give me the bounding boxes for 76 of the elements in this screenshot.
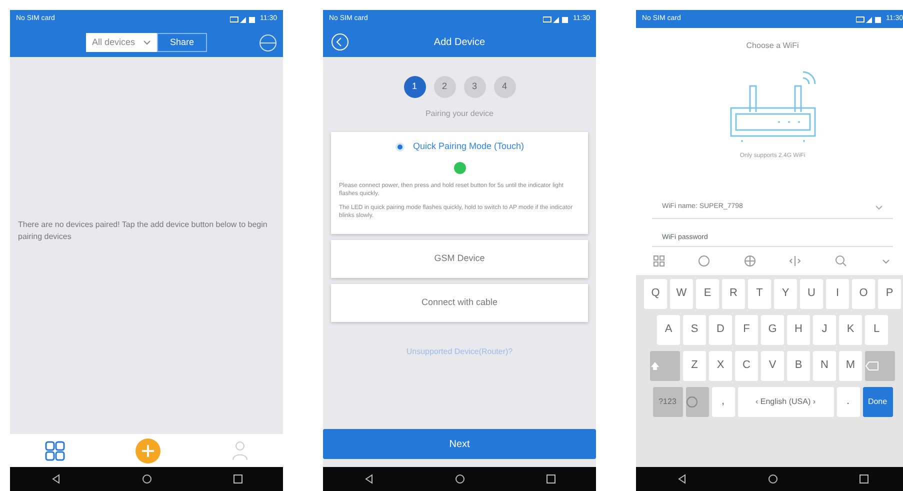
keyboard-key[interactable]: J [813, 314, 836, 344]
status-dot-icon [454, 162, 466, 174]
cursor-icon[interactable] [789, 254, 802, 266]
keyboard-key[interactable]: E [696, 278, 719, 308]
symbols-key[interactable]: ?123 [652, 386, 682, 416]
keyboard-key[interactable]: , [712, 386, 734, 416]
keyboard-key[interactable]: V [761, 350, 784, 380]
grid-icon[interactable] [45, 440, 66, 460]
keyboard-key[interactable]: A [657, 314, 680, 344]
back-icon[interactable] [50, 474, 60, 484]
mode-card[interactable]: Connect with cable [331, 284, 588, 322]
empty-message: There are no devices paired! Tap the add device button below to begin pairing devices [18, 218, 268, 242]
keyboard-key[interactable]: N [813, 350, 836, 380]
screen-title: Add Device [434, 36, 486, 50]
keyboard-key[interactable]: R [722, 278, 745, 308]
keyboard-key[interactable]: M [839, 350, 862, 380]
keyboard-key[interactable]: K [839, 314, 862, 344]
apps-icon[interactable] [652, 254, 665, 266]
shift-key[interactable] [650, 350, 680, 380]
keyboard-key[interactable]: Q [644, 278, 667, 308]
keyboard-key[interactable]: F [735, 314, 758, 344]
keyboard-key[interactable]: W [670, 278, 693, 308]
keyboard-key[interactable]: D [709, 314, 732, 344]
step-indicator: 3 [464, 76, 486, 98]
keyboard-key[interactable]: Y [774, 278, 797, 308]
keyboard-key[interactable]: P [878, 278, 901, 308]
home-icon[interactable] [454, 474, 464, 484]
home-icon[interactable] [142, 474, 152, 484]
keyboard-key[interactable]: . [836, 386, 860, 416]
globe-icon[interactable] [744, 254, 756, 266]
mode-card[interactable] [331, 132, 588, 234]
done-key[interactable]: Done [862, 386, 892, 416]
recents-icon[interactable] [546, 474, 556, 484]
radio-icon[interactable] [394, 142, 405, 152]
screen-title: Choose a WiFi [746, 40, 799, 52]
keyboard-key[interactable]: T [748, 278, 771, 308]
keyboard-key[interactable]: C [735, 350, 758, 380]
keyboard-key[interactable]: X [709, 350, 732, 380]
keyboard-key[interactable]: H [787, 314, 810, 344]
next-button[interactable]: Next [323, 429, 596, 459]
back-icon[interactable] [676, 474, 686, 484]
circle-icon[interactable] [259, 34, 277, 52]
mode-label: GSM Device [434, 252, 485, 265]
filter-dropdown[interactable]: All devices [86, 32, 157, 52]
add-icon[interactable] [135, 438, 162, 464]
home-icon[interactable] [768, 474, 778, 484]
step-indicator: 1 [404, 76, 426, 98]
status-icons [856, 16, 882, 22]
step-indicator: 2 [434, 76, 456, 98]
back-icon[interactable] [364, 474, 374, 484]
chevron-down-icon [875, 205, 883, 210]
step-indicator: 4 [494, 76, 516, 98]
mode-label: Quick Pairing Mode (Touch) [412, 140, 524, 154]
search-icon[interactable] [834, 254, 847, 266]
recents-icon[interactable] [858, 474, 868, 484]
mode-card[interactable]: GSM Device [331, 240, 588, 278]
keyboard-key[interactable]: I [826, 278, 849, 308]
status-icons [230, 16, 256, 22]
keyboard-key[interactable]: G [761, 314, 784, 344]
backspace-icon [865, 360, 879, 370]
space-key[interactable]: ‹ English (USA) › [738, 386, 834, 416]
backspace-key[interactable] [865, 350, 895, 380]
share-button[interactable]: Share [157, 32, 208, 52]
chevron-down-icon [143, 40, 151, 45]
step-caption: Pairing your device [424, 108, 495, 120]
recents-icon[interactable] [232, 474, 242, 484]
mode-label: Connect with cable [421, 296, 498, 309]
emoji-key[interactable] [686, 386, 708, 416]
keyboard-key[interactable]: Z [683, 350, 706, 380]
keyboard-key[interactable]: O [852, 278, 875, 308]
keyboard-key[interactable]: L [865, 314, 888, 344]
shift-icon [650, 360, 660, 370]
keyboard-key[interactable]: U [800, 278, 823, 308]
status-icons [543, 16, 569, 22]
keyboard-key[interactable]: S [683, 314, 706, 344]
keyboard-key[interactable]: B [787, 350, 810, 380]
